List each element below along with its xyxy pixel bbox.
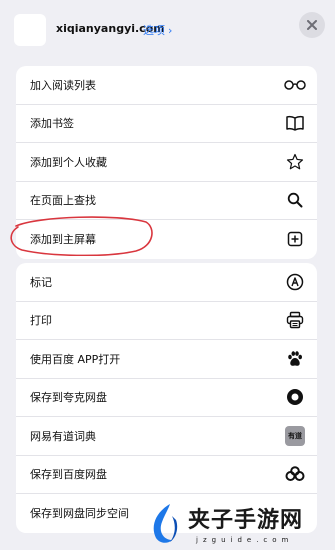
menu-item-label: 保存到网盘同步空间 [30,507,129,521]
actions-group-2: 标记 打印 使用百度 APP打开 保存到夸克网盘 网易有道词典 有道 保存到百度… [16,263,317,533]
menu-item-print[interactable]: 打印 [16,302,317,340]
youdao-icon: 有道 [283,424,307,448]
baidu-netdisk-icon [283,462,307,486]
markup-icon [283,270,307,294]
options-link[interactable]: 选项 › [143,22,172,38]
share-sheet-header: xiqianyangyi.com 选项 › [0,0,335,62]
search-icon [283,188,307,212]
menu-item-add-favorites[interactable]: 添加到个人收藏 [16,143,317,182]
menu-item-label: 保存到夸克网盘 [30,391,107,405]
menu-item-add-bookmark[interactable]: 添加书签 [16,105,317,143]
close-icon [307,20,317,30]
menu-item-open-in-baidu[interactable]: 使用百度 APP打开 [16,340,317,379]
watermark-subtext: jzguide.com [196,536,294,544]
site-favicon [14,14,46,46]
menu-item-label: 打印 [30,314,52,328]
menu-item-label: 标记 [30,275,52,289]
menu-item-find-on-page[interactable]: 在页面上查找 [16,182,317,220]
menu-item-add-reading-list[interactable]: 加入阅读列表 [16,66,317,105]
menu-item-youdao-dictionary[interactable]: 网易有道词典 有道 [16,417,317,456]
menu-item-label: 添加书签 [30,117,74,131]
printer-icon [283,308,307,332]
sync-space-icon [283,501,307,525]
plus-square-icon [283,227,307,251]
menu-item-label: 加入阅读列表 [30,78,96,92]
menu-item-label: 网易有道词典 [30,429,96,443]
menu-item-label: 在页面上查找 [30,194,96,208]
close-button[interactable] [299,12,325,38]
menu-item-label: 保存到百度网盘 [30,468,107,482]
menu-item-label: 使用百度 APP打开 [30,352,121,366]
menu-item-label: 添加到个人收藏 [30,155,107,169]
menu-item-save-to-baidu-netdisk[interactable]: 保存到百度网盘 [16,456,317,494]
actions-group-1: 加入阅读列表 添加书签 添加到个人收藏 在页面上查找 添加到主屏幕 [16,66,317,259]
menu-item-add-to-home-screen[interactable]: 添加到主屏幕 [16,220,317,259]
star-icon [283,150,307,174]
book-icon [283,111,307,135]
options-label[interactable]: 选项 [143,24,165,37]
youdao-badge: 有道 [285,425,305,446]
baidu-paw-icon [283,347,307,371]
menu-item-save-to-quark[interactable]: 保存到夸克网盘 [16,379,317,417]
reading-glasses-icon [283,73,307,97]
chevron-right-icon: › [168,24,173,37]
menu-item-save-to-sync-space[interactable]: 保存到网盘同步空间 [16,494,317,533]
menu-item-markup[interactable]: 标记 [16,263,317,302]
menu-item-label: 添加到主屏幕 [30,233,96,247]
quark-icon [283,385,307,409]
